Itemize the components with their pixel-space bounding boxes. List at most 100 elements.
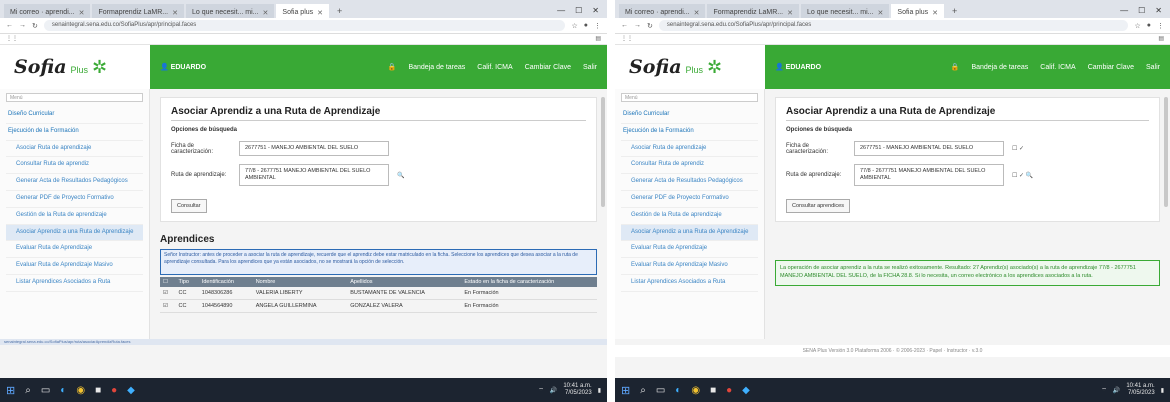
close-icon[interactable]: ✕ [787,9,793,17]
address-bar[interactable]: senaintegral.sena.edu.co/SofiaPlus/apr/p… [658,20,1129,31]
row-checkbox[interactable]: ☑ [160,287,176,301]
menu-icon[interactable]: ⋮ [594,22,601,30]
close-icon[interactable]: ✕ [79,9,85,17]
scrollbar[interactable] [601,97,605,207]
close-icon[interactable]: ✕ [317,9,323,17]
network-icon[interactable]: ⌔ [1101,386,1107,394]
sidebar-item[interactable]: Gestión de la Ruta de aprendizaje [6,208,143,225]
close-icon[interactable]: ✕ [694,9,700,17]
close-icon[interactable]: ✕ [172,9,178,17]
menu-search[interactable]: Menú [6,93,143,102]
consult-button[interactable]: Consultar [171,199,207,214]
back-icon[interactable]: ← [621,22,628,29]
close-icon[interactable]: ✕ [878,9,884,17]
sidebar-item[interactable]: Ejecución de la Formación [621,124,758,141]
forward-icon[interactable]: → [634,22,641,29]
search-icon[interactable]: 🔍 [397,172,404,179]
sidebar-item[interactable]: Evaluar Ruta de Aprendizaje [621,241,758,259]
chrome-icon[interactable]: ◉ [691,385,700,396]
ficha-field[interactable]: 2677751 - MANEJO AMBIENTAL DEL SUELO [854,141,1004,157]
star-icon[interactable]: ☆ [1134,22,1140,30]
all-bookmarks-icon[interactable]: ▤ [595,35,601,43]
sidebar-item[interactable]: Ejecución de la Formación [6,124,143,141]
minimize-icon[interactable]: — [1120,6,1128,15]
maximize-icon[interactable]: ☐ [575,6,582,15]
app-icon[interactable]: ● [111,385,117,396]
sidebar-item[interactable]: Generar Acta de Resultados Pedagógicos [621,174,758,191]
notification-icon[interactable]: 🔒 [388,63,397,71]
browser-tab[interactable]: Lo que necesit... mi... ✕ [185,4,275,18]
sidebar-item[interactable]: Evaluar Ruta de Aprendizaje [6,241,143,259]
new-tab-icon[interactable]: + [946,6,963,18]
notifications-icon[interactable]: ▮ [598,387,601,394]
sidebar-item[interactable]: Diseño Curricular [6,107,143,124]
edge-icon[interactable]: ◐ [675,385,681,396]
edge-icon[interactable]: ◐ [60,385,66,396]
nav-link-tasks[interactable]: Bandeja de tareas [971,64,1028,71]
star-icon[interactable]: ☆ [571,22,577,30]
sidebar-item[interactable]: Consultar Ruta de aprendiz [621,157,758,175]
minimize-icon[interactable]: — [557,6,565,15]
profile-icon[interactable]: ● [1147,22,1151,29]
menu-search[interactable]: Menú [621,93,758,102]
volume-icon[interactable]: 🔊 [1113,387,1120,394]
sidebar-item[interactable]: Generar PDF de Proyecto Formativo [6,191,143,208]
sidebar-item[interactable]: Listar Aprendices Asociados a Ruta [621,275,758,292]
close-window-icon[interactable]: ✕ [1155,6,1162,15]
menu-icon[interactable]: ⋮ [1157,22,1164,30]
browser-tab[interactable]: Formaprendiz LaMR... ✕ [707,4,799,18]
search-icon[interactable]: ⌕ [640,385,646,396]
windows-start-icon[interactable]: ⊞ [621,384,630,397]
maximize-icon[interactable]: ☐ [1138,6,1145,15]
profile-icon[interactable]: ● [584,22,588,29]
back-icon[interactable]: ← [6,22,13,29]
nav-link-calif[interactable]: Calif. ICMA [477,64,512,71]
browser-tab-active[interactable]: Sofia plus ✕ [276,4,330,18]
forward-icon[interactable]: → [19,22,26,29]
ruta-actions[interactable]: ☐ ✓ 🔍 [1012,172,1033,179]
browser-tab[interactable]: Formaprendiz LaMR... ✕ [92,4,184,18]
address-bar[interactable]: senaintegral.sena.edu.co/SofiaPlus/apr/p… [43,20,566,31]
chrome-icon[interactable]: ◉ [76,385,85,396]
store-icon[interactable]: ■ [95,385,101,396]
browser-tab[interactable]: Mi correo · aprendi... ✕ [619,4,706,18]
nav-link-tasks[interactable]: Bandeja de tareas [408,64,465,71]
windows-start-icon[interactable]: ⊞ [6,384,15,397]
apps-icon[interactable]: ⋮⋮ [6,35,18,43]
sidebar-item[interactable]: Evaluar Ruta de Aprendizaje Masivo [6,258,143,275]
sidebar-item-active[interactable]: Asociar Aprendiz a una Ruta de Aprendiza… [621,224,758,242]
ruta-field[interactable]: 77/8 - 2677751 MANEJO AMBIENTAL DEL SUEL… [854,164,1004,187]
all-bookmarks-icon[interactable]: ▤ [1158,35,1164,43]
app-icon[interactable]: ● [726,385,732,396]
apps-icon[interactable]: ⋮⋮ [621,35,633,43]
nav-link-calif[interactable]: Calif. ICMA [1040,64,1075,71]
scrollbar[interactable] [1164,97,1168,207]
sidebar-item[interactable]: Generar PDF de Proyecto Formativo [621,191,758,208]
reload-icon[interactable]: ↻ [32,22,38,30]
browser-tab-active[interactable]: Sofia plus ✕ [891,4,945,18]
browser-tab[interactable]: Lo que necesit... mi... ✕ [800,4,890,18]
close-icon[interactable]: ✕ [932,9,938,17]
app-icon[interactable]: ◆ [127,385,135,396]
ficha-field[interactable]: 2677751 - MANEJO AMBIENTAL DEL SUELO [239,141,389,157]
browser-tab[interactable]: Mi correo · aprendi... ✕ [4,4,91,18]
clock[interactable]: 10:41 a.m. 7/05/2023 [563,383,591,397]
consult-apprentices-button[interactable]: Consultar aprendices [786,199,850,214]
sidebar-item[interactable]: Asociar Ruta de aprendizaje [6,141,143,158]
nav-link-logout[interactable]: Salir [583,64,597,71]
store-icon[interactable]: ■ [710,385,716,396]
sidebar-item[interactable]: Diseño Curricular [621,107,758,124]
row-checkbox[interactable]: ☑ [160,299,176,314]
nav-link-logout[interactable]: Salir [1146,64,1160,71]
close-icon[interactable]: ✕ [263,9,269,17]
new-tab-icon[interactable]: + [331,6,348,18]
clock[interactable]: 10:41 a.m. 7/05/2023 [1126,383,1154,397]
volume-icon[interactable]: 🔊 [550,387,557,394]
sidebar-item[interactable]: Asociar Ruta de aprendizaje [621,141,758,158]
close-window-icon[interactable]: ✕ [592,6,599,15]
ficha-actions[interactable]: ☐ ✓ [1012,145,1024,152]
sidebar-item-active[interactable]: Asociar Aprendiz a una Ruta de Aprendiza… [6,224,143,242]
network-icon[interactable]: ⌔ [538,386,544,394]
app-icon[interactable]: ◆ [742,385,750,396]
nav-link-change-password[interactable]: Cambiar Clave [1088,64,1134,71]
